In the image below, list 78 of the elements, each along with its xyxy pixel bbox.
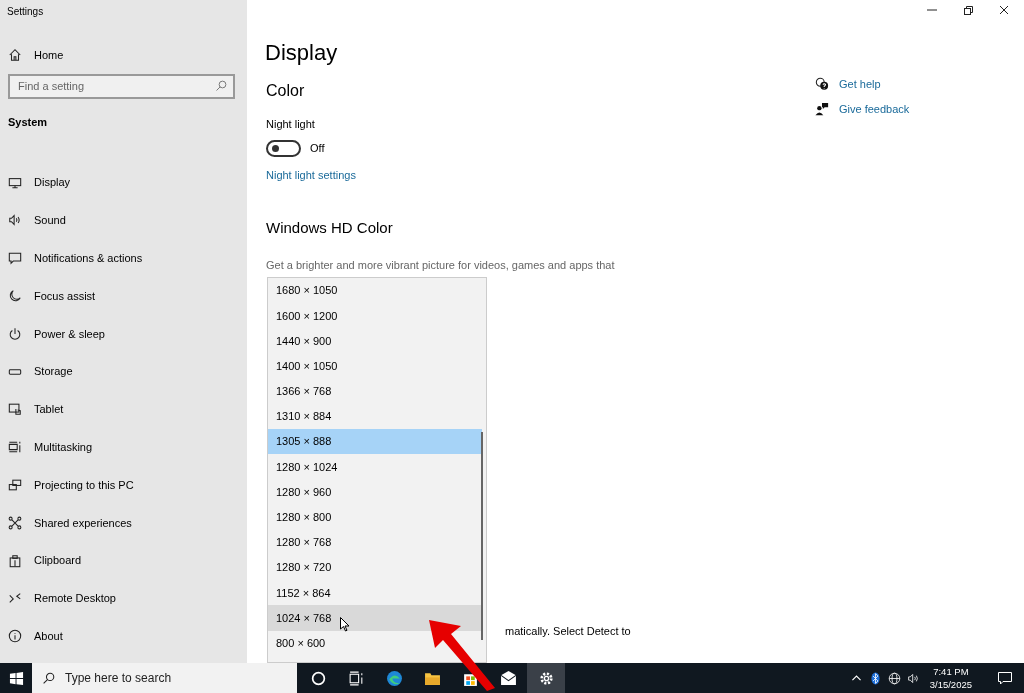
sidebar-item[interactable]: Tablet	[34, 401, 64, 418]
dropdown-option[interactable]: 1280 × 960	[268, 479, 482, 505]
speech-bubble-icon	[8, 251, 22, 266]
dropdown-option[interactable]: 1440 × 900	[268, 328, 482, 354]
section-heading: Windows HD Color	[266, 218, 393, 238]
sidebar-item[interactable]: Sound	[34, 212, 66, 229]
windows-logo-icon	[8, 670, 24, 686]
dropdown-option[interactable]: 1680 × 1050	[268, 278, 482, 304]
section-heading: Color	[266, 81, 305, 101]
info-icon	[8, 629, 22, 644]
dropdown-option[interactable]: 1310 × 884	[268, 403, 482, 430]
sidebar-item[interactable]: Projecting to this PC	[34, 476, 134, 494]
restore-icon	[962, 4, 974, 16]
dropdown-option[interactable]: 1280 × 720	[268, 555, 482, 581]
nodes-icon	[8, 515, 22, 530]
close-icon	[998, 4, 1010, 16]
dropdown-option[interactable]: 1305 × 888	[268, 429, 482, 455]
dropdown-option[interactable]: 1280 × 1024	[268, 454, 482, 480]
home-link[interactable]: Home	[34, 46, 64, 64]
dropdown-option[interactable]: 1280 × 768	[268, 529, 482, 556]
clock-time[interactable]: 7:41 PM	[933, 665, 969, 678]
search-field[interactable]: Find a setting	[8, 73, 235, 99]
sidebar-item[interactable]: Multitasking	[34, 439, 93, 456]
dropdown-option[interactable]: 1280 × 800	[268, 504, 482, 530]
setting-label: Night light	[266, 117, 315, 132]
dropdown-option[interactable]: 1600 × 1200	[268, 303, 482, 329]
scrollbar-thumb[interactable]	[481, 432, 483, 640]
sidebar-item[interactable]: Remote Desktop	[34, 590, 116, 607]
minimize-icon	[927, 9, 937, 11]
envelope-icon	[499, 669, 517, 687]
section-heading: System	[7, 114, 49, 130]
sidebar-item[interactable]: Notifications & actions	[34, 250, 143, 267]
globe-icon[interactable]	[887, 671, 901, 685]
speaker-icon	[8, 213, 22, 228]
cursor-icon	[340, 617, 350, 632]
settings-button[interactable]	[527, 663, 565, 693]
moon-icon	[8, 289, 22, 304]
clipboard-icon	[8, 553, 22, 568]
tablet-icon	[8, 402, 22, 417]
task-view-icon	[347, 669, 365, 687]
search-icon	[42, 672, 55, 685]
sidebar-item[interactable]: Storage	[34, 363, 73, 380]
description-text: Get a brighter and more vibrant picture for videos, games and apps that	[266, 257, 616, 273]
page-title: Display	[265, 40, 339, 66]
sidebar-item[interactable]: Power & sleep	[34, 325, 105, 343]
help-icon	[815, 77, 829, 92]
circle-icon	[309, 669, 327, 687]
feedback-icon	[815, 101, 829, 116]
browser-icon	[385, 669, 403, 687]
night-light-toggle[interactable]	[266, 139, 301, 157]
help-link[interactable]: Get help	[839, 76, 881, 93]
night-light-settings-link[interactable]: Night light settings	[266, 166, 356, 183]
speaker-icon[interactable]	[906, 671, 920, 685]
dropdown-option[interactable]: 1366 × 768	[268, 378, 482, 404]
sidebar-item[interactable]: Shared experiences	[34, 514, 132, 532]
dropdown-option[interactable]: 1400 × 1050	[268, 353, 482, 379]
chevrons-icon	[8, 591, 22, 606]
taskbar-search-field[interactable]: Type here to search	[32, 663, 297, 693]
dropdown-option[interactable]: 1152 × 864	[268, 580, 482, 606]
help-link[interactable]: Give feedback	[839, 100, 910, 117]
home-icon	[8, 47, 22, 62]
search-icon	[215, 79, 227, 92]
bluetooth-icon[interactable]	[868, 671, 882, 685]
dropdown-option[interactable]: 800 × 600	[268, 630, 482, 656]
toggle-state: Off	[310, 140, 325, 156]
monitor-icon	[8, 175, 22, 190]
speech-bubble-icon	[997, 670, 1013, 686]
multitasking-icon	[8, 440, 22, 455]
sidebar-item[interactable]: Focus assist	[34, 287, 96, 305]
description-text: matically. Select Detect to	[505, 624, 632, 639]
overlapping-screens-icon	[8, 478, 22, 493]
sidebar-item[interactable]: Display	[34, 174, 71, 191]
window-title: Settings	[6, 5, 45, 19]
power-icon	[8, 326, 22, 341]
clock-date[interactable]: 3/15/2025	[929, 678, 972, 691]
sidebar-item[interactable]: Clipboard	[34, 552, 82, 569]
gear-icon	[537, 669, 555, 687]
sidebar-item[interactable]: About	[34, 628, 63, 645]
